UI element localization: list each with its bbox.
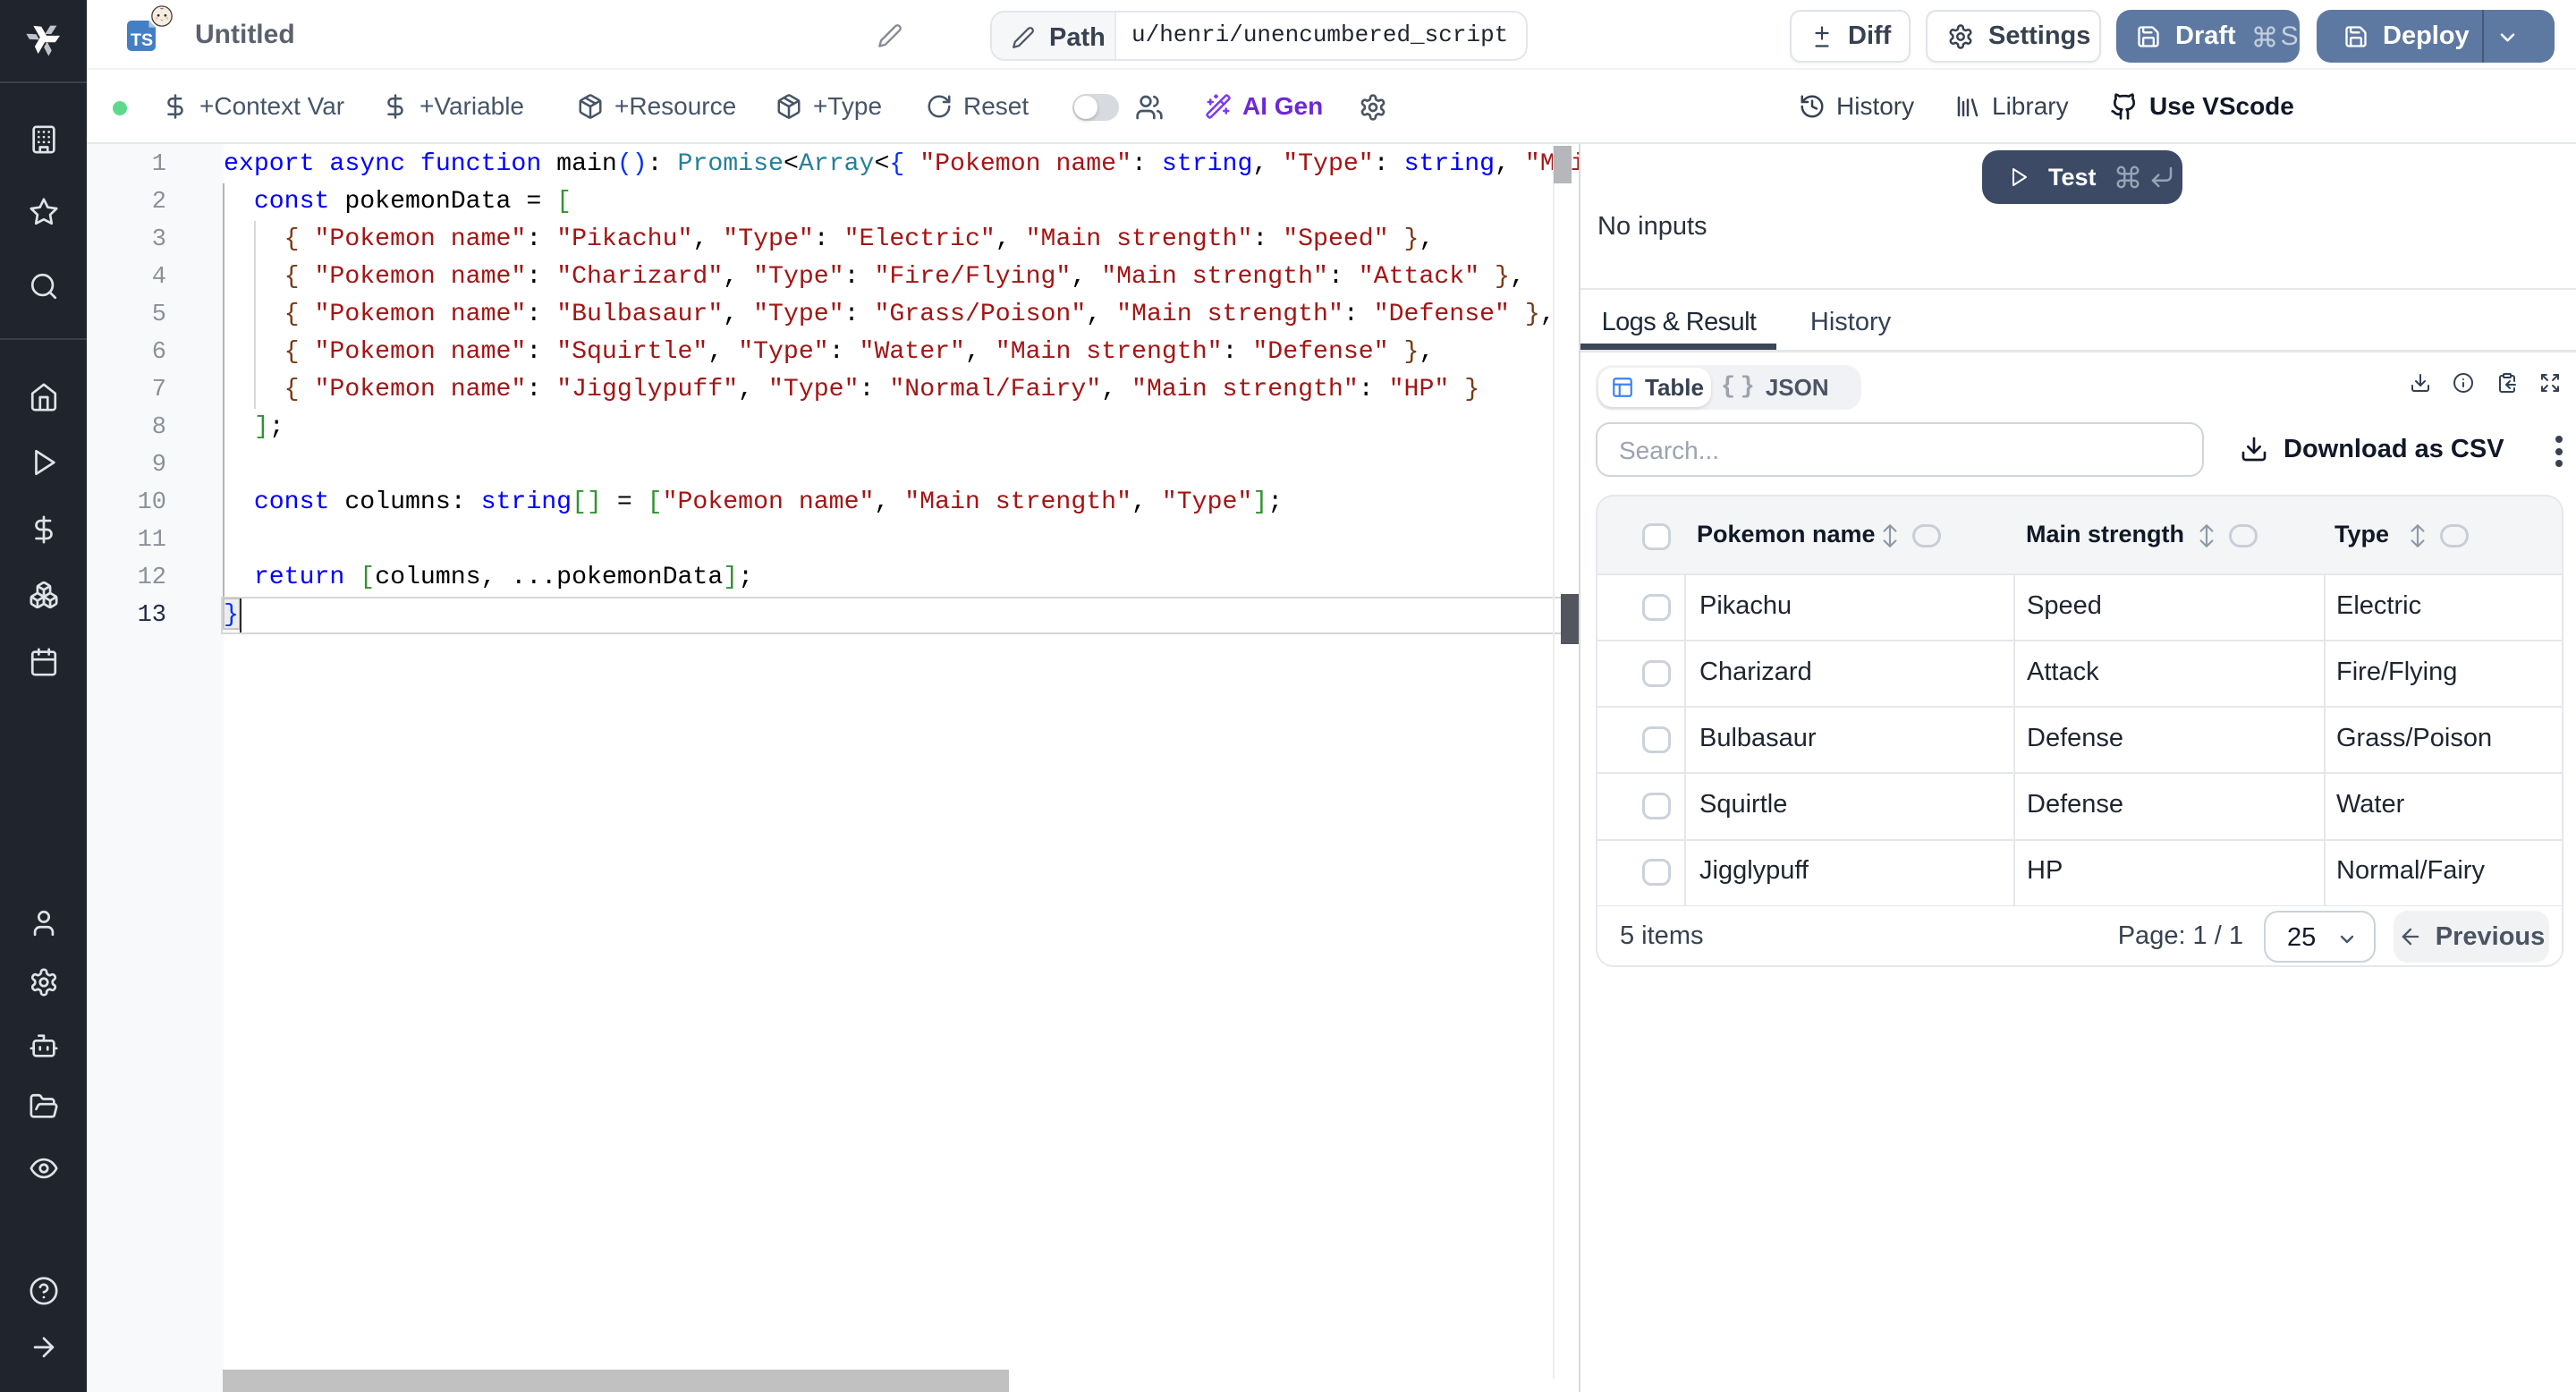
svg-text:TS: TS — [131, 30, 153, 50]
